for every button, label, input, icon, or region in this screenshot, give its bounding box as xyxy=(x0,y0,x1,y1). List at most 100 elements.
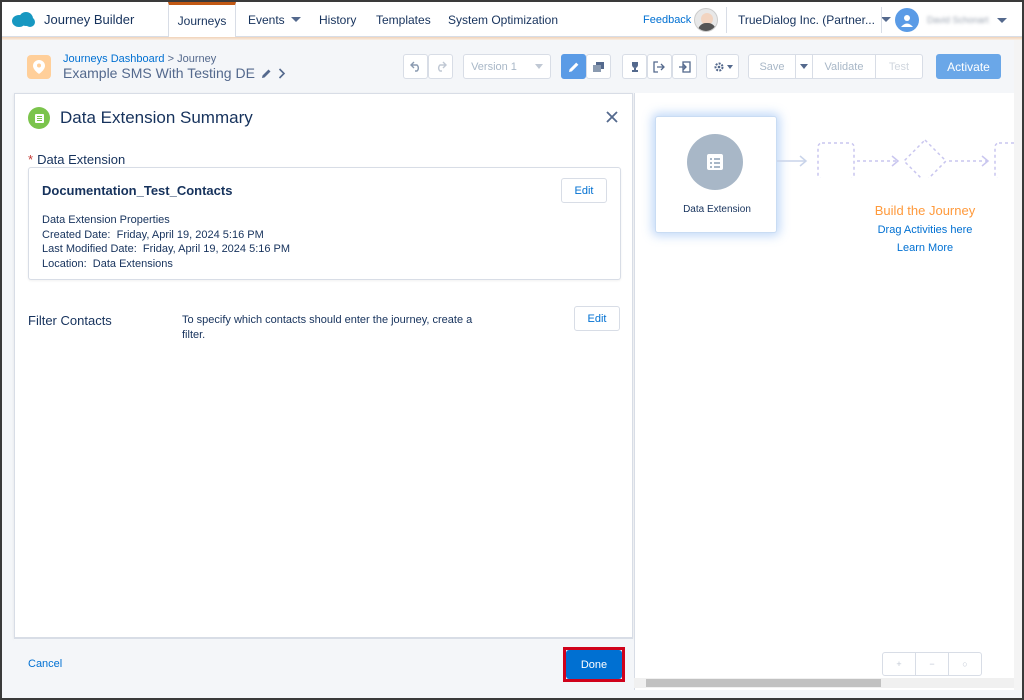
data-extension-label: * Data Extension xyxy=(28,152,125,167)
activate-button[interactable]: Activate xyxy=(936,54,1001,79)
tab-events[interactable]: Events xyxy=(236,2,313,37)
zoom-out-button[interactable]: − xyxy=(916,653,949,675)
cancel-button[interactable]: Cancel xyxy=(28,658,62,670)
journey-path-placeholder xyxy=(777,138,1015,178)
pencil-icon[interactable] xyxy=(261,68,272,79)
redo-icon xyxy=(437,61,447,72)
modified-value: Friday, April 19, 2024 5:16 PM xyxy=(142,243,291,255)
caret-down-icon xyxy=(800,64,808,69)
caret-down-icon xyxy=(726,64,733,69)
horizontal-scrollbar[interactable] xyxy=(634,678,1014,688)
copy-button[interactable] xyxy=(586,54,611,79)
created-date-row: Created Date: Friday, April 19, 2024 5:1… xyxy=(42,228,290,243)
breadcrumb-link[interactable]: Journeys Dashboard xyxy=(63,53,165,65)
top-nav: Journey Builder Journeys Events History … xyxy=(2,2,1022,37)
exit-criteria-icon xyxy=(679,60,691,73)
data-extension-card: Documentation_Test_Contacts Edit Data Ex… xyxy=(28,167,621,280)
redo-button[interactable] xyxy=(428,54,453,79)
goal-button[interactable] xyxy=(622,54,647,79)
caret-down-icon xyxy=(534,64,543,69)
divider xyxy=(726,7,727,33)
gear-icon xyxy=(714,62,723,71)
journey-name-text: Example SMS With Testing DE xyxy=(63,65,255,81)
tab-label: History xyxy=(319,12,357,27)
validate-button[interactable]: Validate xyxy=(812,54,876,79)
caret-down-icon xyxy=(880,17,891,22)
test-button[interactable]: Test xyxy=(875,54,923,79)
list-icon xyxy=(28,107,50,129)
tab-templates[interactable]: Templates xyxy=(364,2,443,37)
chevron-right-icon[interactable] xyxy=(278,67,286,79)
edit-filter-button[interactable]: Edit xyxy=(574,306,620,331)
build-title: Build the Journey xyxy=(874,203,976,218)
undo-button[interactable] xyxy=(403,54,428,79)
properties-heading: Data Extension Properties xyxy=(42,214,170,226)
user-name: David Schonart xyxy=(927,15,989,25)
breadcrumb-separator: > xyxy=(167,53,175,65)
vertical-scrollbar[interactable] xyxy=(1014,40,1022,690)
drag-activities-text: Drag Activities here xyxy=(877,224,973,236)
data-extension-summary-panel: Data Extension Summary * Data Extension D… xyxy=(14,93,633,638)
app-name: Journey Builder xyxy=(44,12,135,27)
tab-system-optimization[interactable]: System Optimization xyxy=(436,2,570,37)
version-select[interactable]: Version 1 xyxy=(463,54,551,79)
data-extension-tile[interactable]: Data Extension xyxy=(655,116,777,233)
journey-toolbar: Journeys Dashboard > Journey Example SMS… xyxy=(14,42,1014,92)
tile-label: Data Extension xyxy=(683,204,751,215)
validate-label: Validate xyxy=(824,60,864,73)
zoom-reset-button[interactable]: ○ xyxy=(949,653,981,675)
filter-contacts-label: Filter Contacts xyxy=(28,313,112,328)
tab-journeys[interactable]: Journeys xyxy=(168,2,236,37)
filter-description: To specify which contacts should enter t… xyxy=(182,314,473,341)
edit-mode-button[interactable] xyxy=(561,54,586,79)
section-label: Data Extension xyxy=(37,152,126,167)
edit-icon xyxy=(568,62,578,72)
test-label: Test xyxy=(888,60,910,73)
salesforce-cloud-icon xyxy=(12,11,35,27)
data-extension-name: Documentation_Test_Contacts xyxy=(42,183,233,198)
divider xyxy=(881,7,882,33)
modified-label: Last Modified Date: xyxy=(42,243,137,255)
save-menu-button[interactable] xyxy=(795,54,813,79)
feedback-link[interactable]: Feedback xyxy=(643,2,691,37)
version-label: Version 1 xyxy=(471,60,517,73)
tab-label: Templates xyxy=(376,12,431,27)
tab-label: Events xyxy=(248,12,285,27)
location-label: Location: xyxy=(42,257,87,270)
brand[interactable]: Journey Builder xyxy=(10,2,134,37)
journey-canvas[interactable]: Data Extension Build the Journey Drag Ac… xyxy=(634,93,1015,690)
close-icon[interactable] xyxy=(604,109,620,125)
learn-more-link[interactable]: Learn More xyxy=(855,242,995,254)
activate-label: Activate xyxy=(947,59,990,74)
tab-label: Journeys xyxy=(177,14,227,28)
settings-button[interactable] xyxy=(706,54,739,79)
location-row: Location: Data Extensions xyxy=(42,257,290,272)
exit-button[interactable] xyxy=(647,54,672,79)
modified-date-row: Last Modified Date: Friday, April 19, 20… xyxy=(42,242,290,257)
data-extension-properties: Data Extension Properties Created Date: … xyxy=(42,213,290,271)
tab-history[interactable]: History xyxy=(307,2,368,37)
breadcrumb-current: Journey xyxy=(177,53,217,65)
nav-accent-strip xyxy=(2,37,1022,40)
avatar-icon xyxy=(895,8,919,32)
edit-data-extension-button[interactable]: Edit xyxy=(561,178,607,203)
undo-icon xyxy=(409,61,419,72)
save-label: Save xyxy=(759,60,785,73)
org-switcher[interactable]: TrueDialog Inc. (Partner... xyxy=(738,2,891,37)
panel-title: Data Extension Summary xyxy=(60,108,253,127)
entry-source-icon xyxy=(687,134,743,190)
user-menu[interactable]: David Schonart xyxy=(895,8,1007,32)
build-journey-prompt: Build the Journey Drag Activities here L… xyxy=(855,203,995,254)
location-value: Data Extensions xyxy=(92,257,173,270)
created-label: Created Date: xyxy=(42,228,111,241)
map-pin-icon xyxy=(27,55,51,79)
done-button[interactable]: Done xyxy=(566,650,622,679)
feedback-avatar[interactable] xyxy=(694,8,718,32)
journey-name: Example SMS With Testing DE xyxy=(63,65,286,81)
caret-down-icon xyxy=(996,17,1007,23)
breadcrumb: Journeys Dashboard > Journey xyxy=(63,53,216,65)
zoom-in-button[interactable]: + xyxy=(883,653,916,675)
scrollbar-thumb[interactable] xyxy=(646,679,881,687)
exit-criteria-button[interactable] xyxy=(672,54,697,79)
save-button[interactable]: Save xyxy=(748,54,796,79)
